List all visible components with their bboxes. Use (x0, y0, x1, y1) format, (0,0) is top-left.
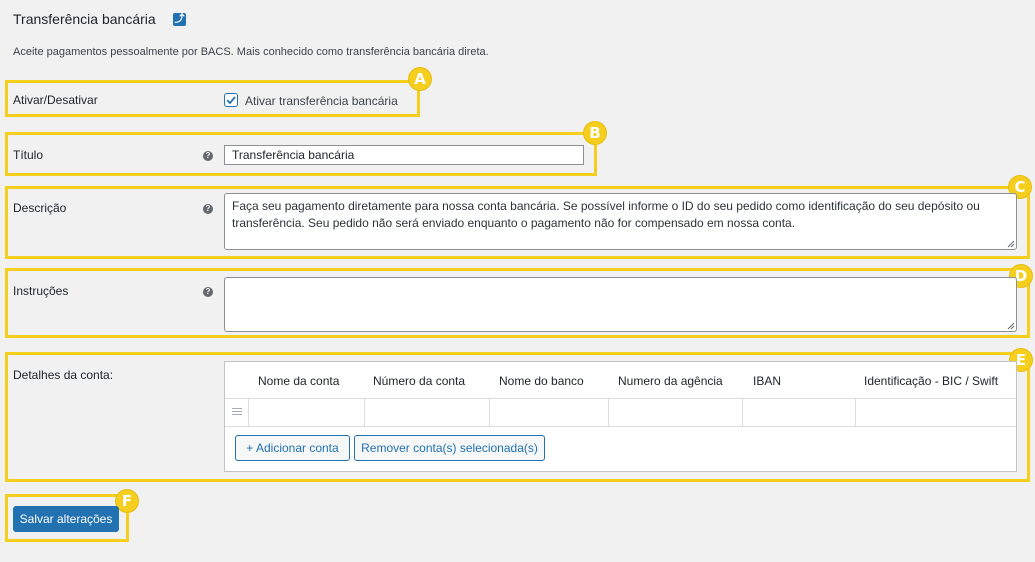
column-header-bic-swift: Identificação - BIC / Swift (864, 374, 999, 388)
return-link-icon[interactable]: ⤴ (173, 13, 186, 26)
column-divider (742, 398, 743, 426)
save-changes-button[interactable]: Salvar alterações (13, 506, 119, 532)
account-details-label: Detalhes da conta: (13, 368, 114, 382)
column-header-branch-number: Numero da agência (618, 374, 723, 388)
drag-handle-icon[interactable] (232, 408, 242, 417)
enable-label: Ativar/Desativar (13, 93, 98, 107)
enable-checkbox[interactable] (224, 93, 238, 107)
column-divider (855, 398, 856, 426)
instructions-label: Instruções (13, 284, 69, 298)
description-text: Faça seu pagamento diretamente para noss… (232, 199, 980, 230)
page-description: Aceite pagamentos pessoalmente por BACS.… (13, 46, 489, 58)
column-divider (364, 398, 365, 426)
column-header-account-number: Número da conta (373, 374, 466, 388)
table-divider (225, 426, 1016, 427)
column-header-bank-name: Nome do banco (499, 374, 584, 388)
column-divider (248, 398, 249, 426)
column-divider (489, 398, 490, 426)
page-title: Transferência bancária (13, 11, 156, 27)
add-account-button[interactable]: + Adicionar conta (235, 435, 350, 461)
resize-grip-icon[interactable] (1007, 240, 1015, 248)
title-label: Título (13, 148, 44, 162)
column-header-account-name: Nome da conta (258, 374, 340, 388)
column-divider (608, 398, 609, 426)
badge-b: B (584, 122, 606, 144)
help-icon[interactable]: ? (203, 204, 213, 214)
remove-accounts-button[interactable]: Remover conta(s) selecionada(s) (354, 435, 545, 461)
help-icon[interactable]: ? (203, 287, 213, 297)
badge-f: F (116, 490, 138, 512)
checkmark-icon (226, 96, 236, 105)
title-input[interactable]: Transferência bancária (224, 145, 584, 165)
account-details-table: Nome da conta Número da conta Nome do ba… (224, 361, 1017, 472)
resize-grip-icon[interactable] (1007, 322, 1015, 330)
badge-a: A (409, 68, 431, 90)
description-label: Descrição (13, 201, 67, 215)
enable-checkbox-label[interactable]: Ativar transferência bancária (245, 94, 398, 108)
instructions-textarea[interactable] (224, 277, 1017, 332)
description-textarea[interactable]: Faça seu pagamento diretamente para noss… (224, 193, 1017, 250)
help-icon[interactable]: ? (203, 151, 213, 161)
column-header-iban: IBAN (753, 374, 782, 388)
table-divider (225, 398, 1016, 399)
